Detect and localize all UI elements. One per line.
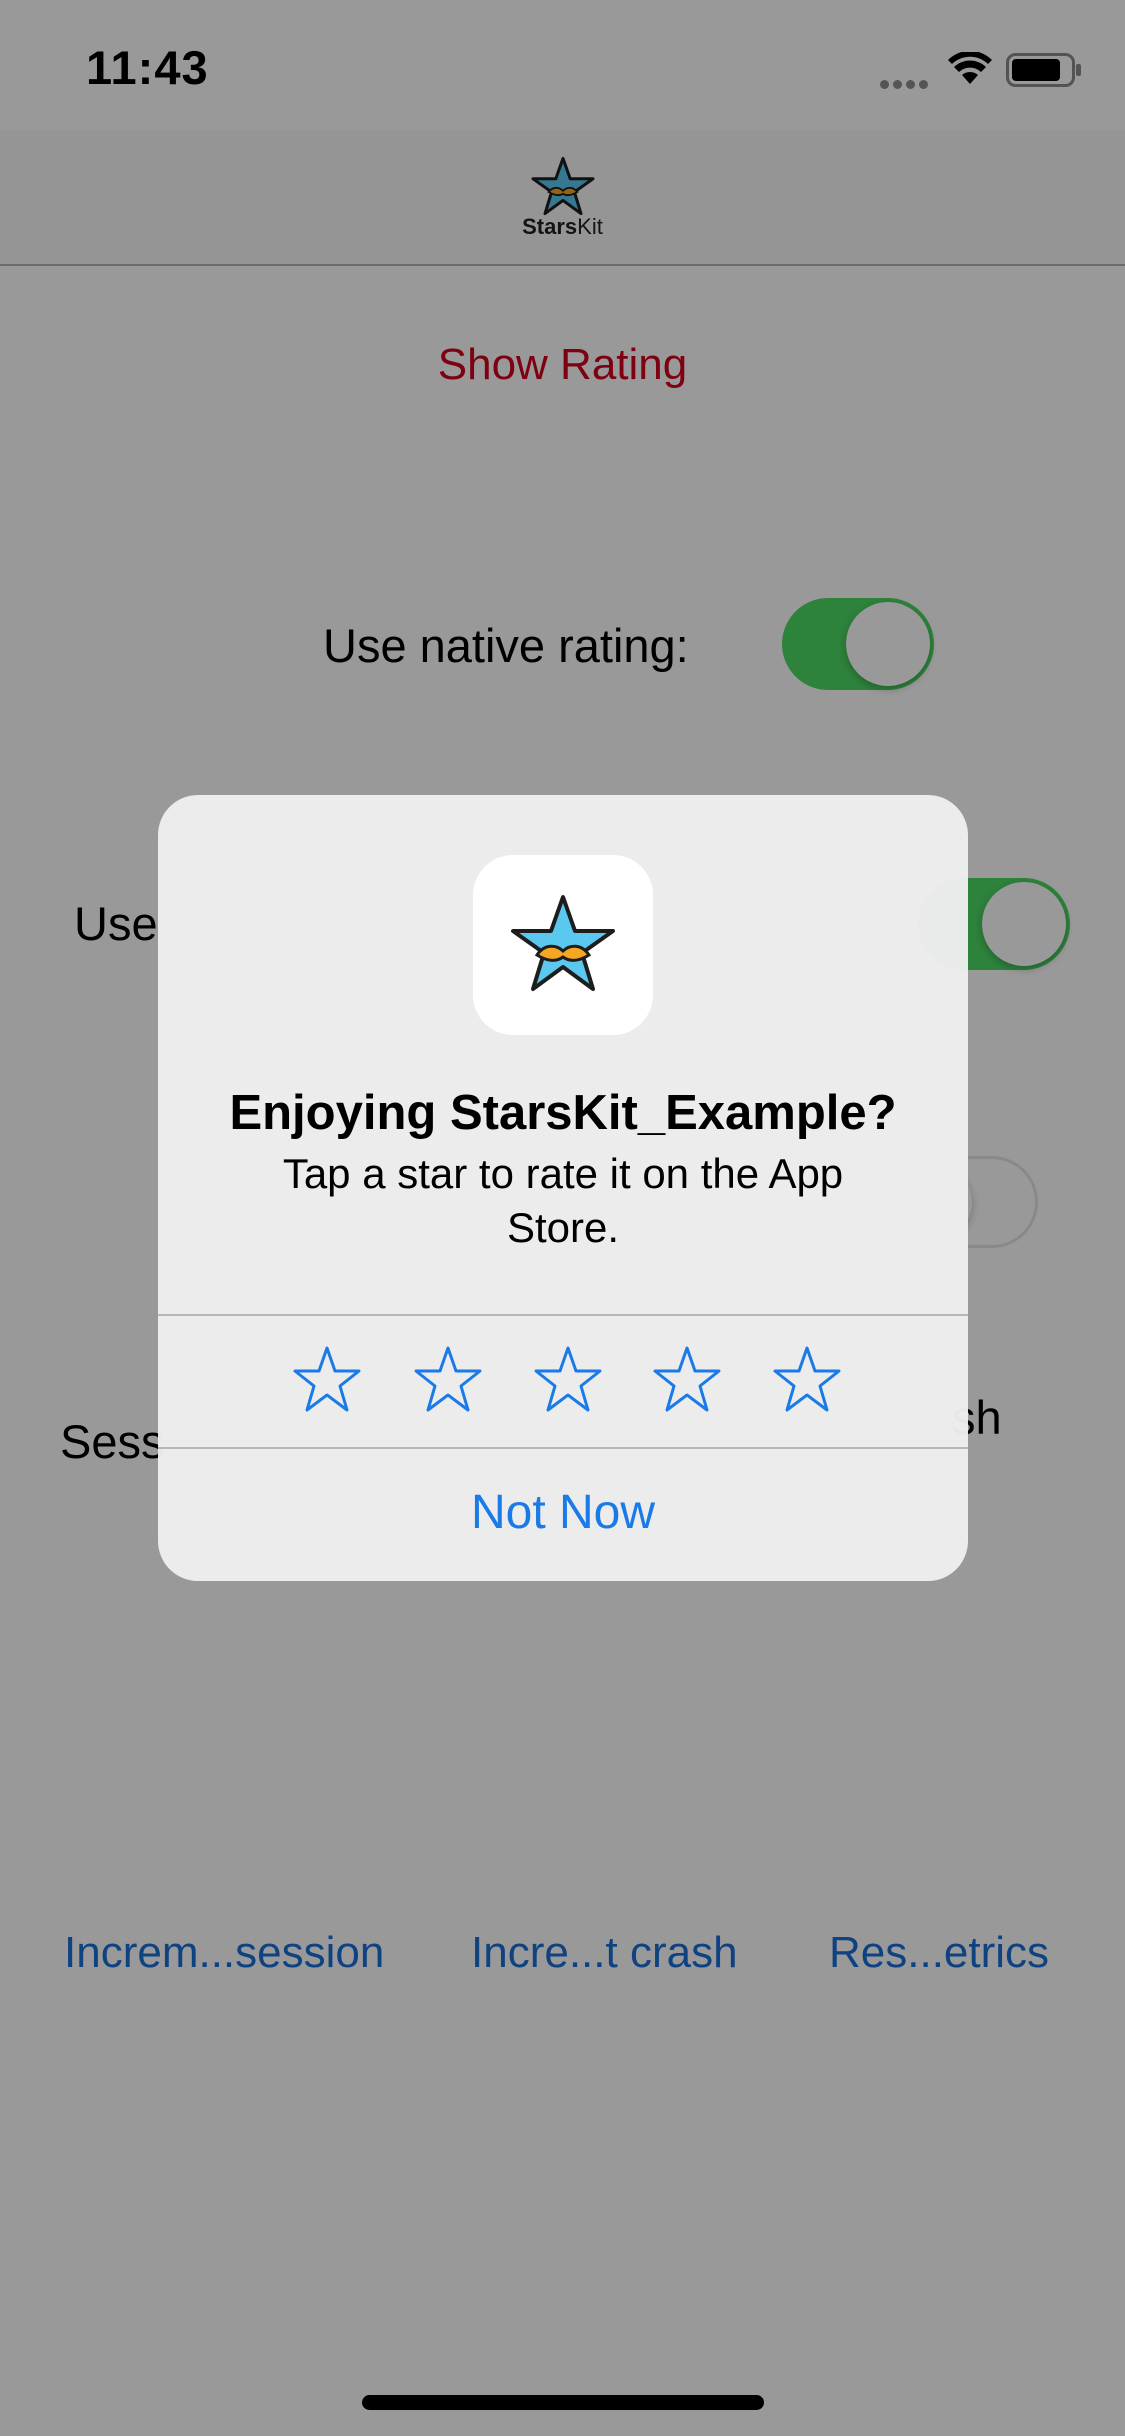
star-1-icon[interactable] [292,1345,362,1413]
star-2-icon[interactable] [413,1345,483,1413]
star-4-icon[interactable] [652,1345,722,1413]
star-3-icon[interactable] [533,1345,603,1413]
app-icon [473,855,653,1035]
star-5-icon[interactable] [772,1345,842,1413]
app-screen: 11:43 StarsKit Show Rating Use native ra… [0,0,1125,2436]
not-now-button[interactable]: Not Now [158,1445,968,1581]
star-rating-row [158,1315,968,1445]
starskit-app-icon [511,895,615,991]
alert-title: Enjoying StarsKit_Example? [229,1086,897,1140]
alert-message: Tap a star to rate it on the App Store. [282,1150,844,1251]
rating-alert: Enjoying StarsKit_Example? Tap a star to… [158,795,968,1581]
